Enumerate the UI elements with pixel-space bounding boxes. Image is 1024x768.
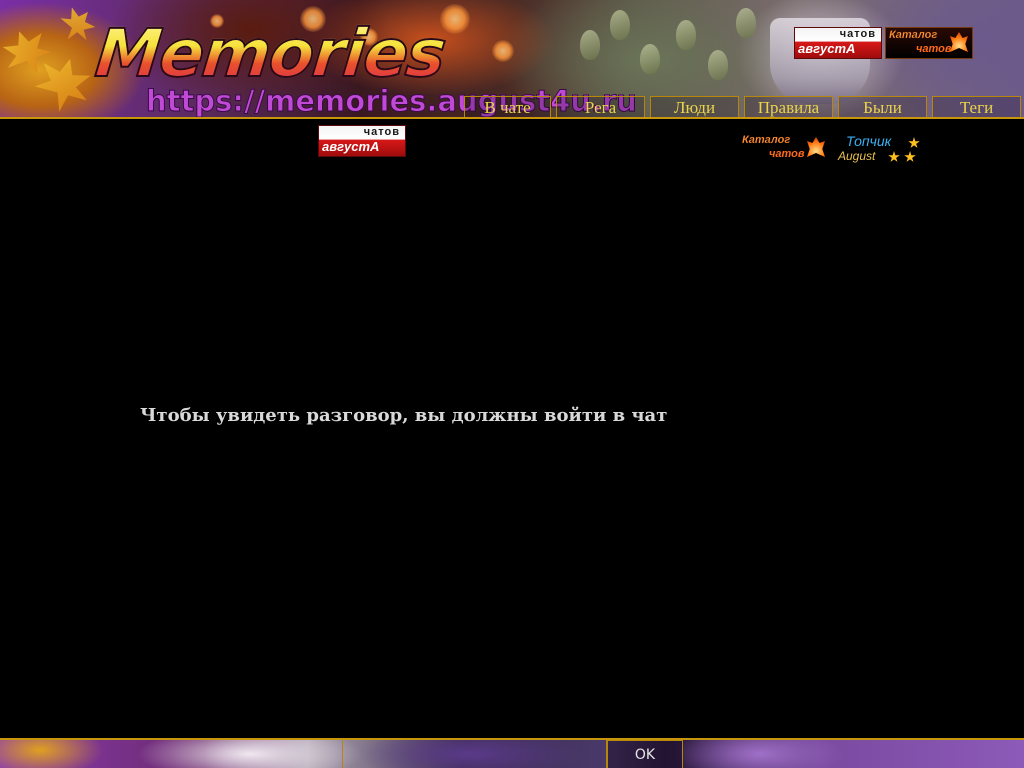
chat-page: Memories https://memories.august4u.ru ча…	[0, 0, 1024, 768]
hop-cone-decoration	[580, 30, 600, 60]
header-divider	[0, 117, 1024, 119]
flame-icon	[807, 137, 825, 157]
hop-cone-decoration	[610, 10, 630, 40]
star-icon	[908, 137, 920, 148]
maple-leaf-decoration	[53, 1, 101, 49]
hop-cone-decoration	[708, 50, 728, 80]
topchik-banner-line2: August	[838, 149, 876, 163]
hop-cone-decoration	[736, 8, 756, 38]
star-icon	[888, 151, 900, 162]
katalog-banner-line1: Каталог	[889, 29, 938, 41]
chatov-banner-top: чатов	[839, 28, 876, 40]
site-logo[interactable]: Memories	[91, 14, 449, 94]
nav-tab-in-chat[interactable]: В чате	[464, 96, 551, 118]
chatov-banner-bottom: августА	[798, 41, 856, 56]
topchik-banner-line1: Топчик	[846, 133, 892, 149]
footer-panel	[342, 740, 607, 768]
nav-tab-people[interactable]: Люди	[650, 96, 739, 118]
nav-tab-history[interactable]: Были	[838, 96, 927, 118]
katalog-chatov-banner[interactable]: Каталог чатов	[885, 27, 973, 59]
chatov-avgusta-banner[interactable]: чатов августА	[794, 27, 882, 59]
star-icon	[904, 151, 916, 162]
chatov-banner-bottom: августА	[322, 139, 380, 154]
chatov-banner-top: чатов	[363, 126, 400, 138]
katalog-banner-line2: чатов	[769, 148, 805, 160]
topchik-august-banner[interactable]: Топчик August	[838, 133, 926, 165]
login-required-message: Чтобы увидеть разговор, вы должны войти …	[140, 405, 668, 426]
nav-tab-tags[interactable]: Теги	[932, 96, 1021, 118]
bokeh-light	[492, 40, 514, 62]
maple-leaf-decoration	[30, 52, 96, 118]
hop-cone-decoration	[640, 44, 660, 74]
nav-tab-rules[interactable]: Правила	[744, 96, 833, 118]
chatov-avgusta-banner-main[interactable]: чатов августА	[318, 125, 406, 157]
flame-icon	[950, 32, 968, 52]
hop-cone-decoration	[676, 20, 696, 50]
katalog-banner-line2: чатов	[916, 43, 952, 55]
ok-button[interactable]: OK	[607, 740, 683, 768]
katalog-banner-line1: Каталог	[742, 134, 791, 146]
footer-bar	[0, 740, 1024, 768]
nav-tab-registration[interactable]: Рега	[556, 96, 645, 118]
katalog-chatov-banner-main[interactable]: Каталог чатов	[739, 133, 827, 165]
